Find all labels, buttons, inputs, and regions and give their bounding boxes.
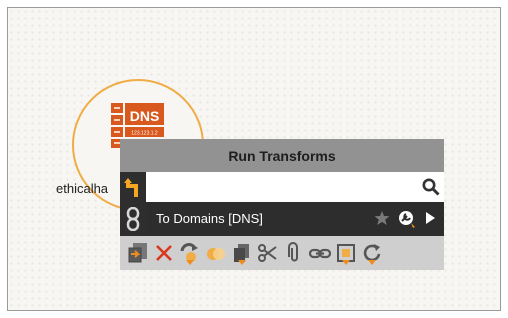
run-play-icon[interactable]	[424, 211, 436, 225]
dns-icon-title: DNS	[130, 108, 160, 124]
back-arrow-icon[interactable]	[124, 177, 142, 199]
transform-search-bar	[146, 172, 444, 202]
popup-title: Run Transforms	[120, 139, 444, 172]
link-icon[interactable]	[309, 242, 331, 264]
import-icon[interactable]	[127, 242, 149, 264]
run-transforms-popup: Run Transforms To Domains [DNS]	[120, 139, 444, 270]
star-icon[interactable]	[374, 210, 390, 226]
copy-dropdown-caret[interactable]	[238, 260, 246, 265]
popup-side-strip	[120, 172, 146, 236]
cut-icon[interactable]	[257, 242, 279, 264]
delete-icon[interactable]	[153, 242, 175, 264]
attach-icon[interactable]	[283, 242, 305, 264]
refresh-dropdown-caret[interactable]	[368, 260, 376, 265]
wrench-settings-icon[interactable]	[397, 209, 417, 229]
popup-toolbar	[120, 236, 444, 270]
dns-icon-ip: 123.123.1.2	[131, 131, 158, 137]
search-icon[interactable]	[422, 178, 440, 196]
merge-icon[interactable]	[205, 242, 227, 264]
transform-item-label: To Domains [DNS]	[156, 211, 263, 226]
transform-list-item[interactable]: To Domains [DNS]	[146, 202, 444, 236]
chain-link-icon[interactable]	[126, 207, 140, 231]
select-dropdown-caret[interactable]	[342, 260, 350, 265]
entity-label[interactable]: ethicalha	[56, 181, 108, 196]
transform-search-input[interactable]	[150, 176, 414, 200]
change-type-dropdown-caret[interactable]	[186, 260, 194, 265]
